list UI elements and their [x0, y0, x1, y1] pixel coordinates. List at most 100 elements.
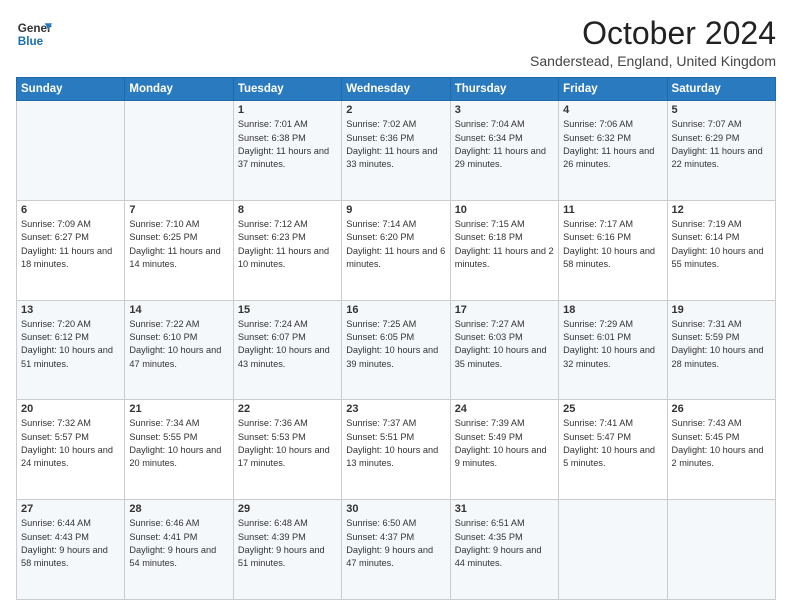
calendar-cell: 10 Sunrise: 7:15 AMSunset: 6:18 PMDayligh…: [450, 200, 558, 300]
day-info: Sunrise: 7:12 AMSunset: 6:23 PMDaylight:…: [238, 218, 337, 271]
calendar-week-5: 27 Sunrise: 6:44 AMSunset: 4:43 PMDayligh…: [17, 500, 776, 600]
day-number: 5: [672, 104, 771, 116]
day-info: Sunrise: 7:15 AMSunset: 6:18 PMDaylight:…: [455, 218, 554, 271]
logo: General Blue: [16, 16, 52, 52]
day-info: Sunrise: 7:34 AMSunset: 5:55 PMDaylight:…: [129, 417, 228, 470]
calendar-cell: 19 Sunrise: 7:31 AMSunset: 5:59 PMDayligh…: [667, 300, 775, 400]
day-number: 13: [21, 304, 120, 316]
col-sunday: Sunday: [17, 78, 125, 101]
logo-icon: General Blue: [16, 16, 52, 52]
page: General Blue October 2024 Sanderstead, E…: [0, 0, 792, 612]
day-info: Sunrise: 6:51 AMSunset: 4:35 PMDaylight:…: [455, 517, 554, 570]
day-info: Sunrise: 7:14 AMSunset: 6:20 PMDaylight:…: [346, 218, 445, 271]
day-number: 29: [238, 503, 337, 515]
day-info: Sunrise: 6:46 AMSunset: 4:41 PMDaylight:…: [129, 517, 228, 570]
calendar-cell: 5 Sunrise: 7:07 AMSunset: 6:29 PMDaylight…: [667, 101, 775, 201]
col-monday: Monday: [125, 78, 233, 101]
day-info: Sunrise: 6:50 AMSunset: 4:37 PMDaylight:…: [346, 517, 445, 570]
calendar-table: Sunday Monday Tuesday Wednesday Thursday…: [16, 77, 776, 600]
day-number: 30: [346, 503, 445, 515]
calendar-cell: 1 Sunrise: 7:01 AMSunset: 6:38 PMDaylight…: [233, 101, 341, 201]
day-number: 4: [563, 104, 662, 116]
day-info: Sunrise: 7:24 AMSunset: 6:07 PMDaylight:…: [238, 318, 337, 371]
location: Sanderstead, England, United Kingdom: [530, 53, 776, 69]
day-number: 1: [238, 104, 337, 116]
day-info: Sunrise: 7:01 AMSunset: 6:38 PMDaylight:…: [238, 118, 337, 171]
day-info: Sunrise: 7:27 AMSunset: 6:03 PMDaylight:…: [455, 318, 554, 371]
col-friday: Friday: [559, 78, 667, 101]
day-number: 2: [346, 104, 445, 116]
calendar-cell: 22 Sunrise: 7:36 AMSunset: 5:53 PMDayligh…: [233, 400, 341, 500]
day-info: Sunrise: 7:04 AMSunset: 6:34 PMDaylight:…: [455, 118, 554, 171]
day-info: Sunrise: 7:36 AMSunset: 5:53 PMDaylight:…: [238, 417, 337, 470]
day-info: Sunrise: 6:44 AMSunset: 4:43 PMDaylight:…: [21, 517, 120, 570]
calendar-week-1: 1 Sunrise: 7:01 AMSunset: 6:38 PMDaylight…: [17, 101, 776, 201]
calendar-cell: 24Sunrise: 7:39 AMSunset: 5:49 PMDayligh…: [450, 400, 558, 500]
day-number: 12: [672, 204, 771, 216]
day-info: Sunrise: 7:09 AMSunset: 6:27 PMDaylight:…: [21, 218, 120, 271]
calendar-cell: 12Sunrise: 7:19 AMSunset: 6:14 PMDayligh…: [667, 200, 775, 300]
day-number: 19: [672, 304, 771, 316]
calendar-cell: [17, 101, 125, 201]
calendar-cell: [559, 500, 667, 600]
calendar-cell: 7 Sunrise: 7:10 AMSunset: 6:25 PMDaylight…: [125, 200, 233, 300]
calendar-cell: 2 Sunrise: 7:02 AMSunset: 6:36 PMDaylight…: [342, 101, 450, 201]
calendar-cell: 27 Sunrise: 6:44 AMSunset: 4:43 PMDayligh…: [17, 500, 125, 600]
day-number: 14: [129, 304, 228, 316]
day-number: 28: [129, 503, 228, 515]
calendar-cell: [125, 101, 233, 201]
day-info: Sunrise: 6:48 AMSunset: 4:39 PMDaylight:…: [238, 517, 337, 570]
day-info: Sunrise: 7:02 AMSunset: 6:36 PMDaylight:…: [346, 118, 445, 171]
day-info: Sunrise: 7:41 AMSunset: 5:47 PMDaylight:…: [563, 417, 662, 470]
calendar-cell: 20Sunrise: 7:32 AMSunset: 5:57 PMDayligh…: [17, 400, 125, 500]
calendar-cell: 25Sunrise: 7:41 AMSunset: 5:47 PMDayligh…: [559, 400, 667, 500]
day-number: 31: [455, 503, 554, 515]
day-number: 27: [21, 503, 120, 515]
day-info: Sunrise: 7:43 AMSunset: 5:45 PMDaylight:…: [672, 417, 771, 470]
day-number: 20: [21, 403, 120, 415]
calendar-cell: 18Sunrise: 7:29 AMSunset: 6:01 PMDayligh…: [559, 300, 667, 400]
day-number: 17: [455, 304, 554, 316]
day-number: 9: [346, 204, 445, 216]
day-info: Sunrise: 7:25 AMSunset: 6:05 PMDaylight:…: [346, 318, 445, 371]
day-number: 23: [346, 403, 445, 415]
calendar-cell: 23 Sunrise: 7:37 AMSunset: 5:51 PMDayligh…: [342, 400, 450, 500]
calendar-cell: 15Sunrise: 7:24 AMSunset: 6:07 PMDayligh…: [233, 300, 341, 400]
header: General Blue October 2024 Sanderstead, E…: [16, 16, 776, 69]
day-number: 21: [129, 403, 228, 415]
col-tuesday: Tuesday: [233, 78, 341, 101]
day-number: 10: [455, 204, 554, 216]
col-wednesday: Wednesday: [342, 78, 450, 101]
calendar-cell: 21 Sunrise: 7:34 AMSunset: 5:55 PMDayligh…: [125, 400, 233, 500]
calendar-week-4: 20Sunrise: 7:32 AMSunset: 5:57 PMDayligh…: [17, 400, 776, 500]
calendar-cell: 9 Sunrise: 7:14 AMSunset: 6:20 PMDaylight…: [342, 200, 450, 300]
day-info: Sunrise: 7:07 AMSunset: 6:29 PMDaylight:…: [672, 118, 771, 171]
day-number: 22: [238, 403, 337, 415]
svg-text:Blue: Blue: [18, 35, 44, 48]
calendar-cell: 4 Sunrise: 7:06 AMSunset: 6:32 PMDaylight…: [559, 101, 667, 201]
day-number: 26: [672, 403, 771, 415]
calendar-cell: 11Sunrise: 7:17 AMSunset: 6:16 PMDayligh…: [559, 200, 667, 300]
calendar-week-3: 13 Sunrise: 7:20 AMSunset: 6:12 PMDayligh…: [17, 300, 776, 400]
calendar-cell: 26 Sunrise: 7:43 AMSunset: 5:45 PMDayligh…: [667, 400, 775, 500]
day-info: Sunrise: 7:10 AMSunset: 6:25 PMDaylight:…: [129, 218, 228, 271]
day-info: Sunrise: 7:31 AMSunset: 5:59 PMDaylight:…: [672, 318, 771, 371]
calendar-cell: 6Sunrise: 7:09 AMSunset: 6:27 PMDaylight…: [17, 200, 125, 300]
calendar-cell: 14 Sunrise: 7:22 AMSunset: 6:10 PMDayligh…: [125, 300, 233, 400]
col-thursday: Thursday: [450, 78, 558, 101]
day-info: Sunrise: 7:37 AMSunset: 5:51 PMDaylight:…: [346, 417, 445, 470]
day-info: Sunrise: 7:22 AMSunset: 6:10 PMDaylight:…: [129, 318, 228, 371]
day-number: 24: [455, 403, 554, 415]
month-title: October 2024: [530, 16, 776, 51]
day-info: Sunrise: 7:17 AMSunset: 6:16 PMDaylight:…: [563, 218, 662, 271]
calendar-cell: 29 Sunrise: 6:48 AMSunset: 4:39 PMDayligh…: [233, 500, 341, 600]
title-block: October 2024 Sanderstead, England, Unite…: [530, 16, 776, 69]
calendar-cell: 28 Sunrise: 6:46 AMSunset: 4:41 PMDayligh…: [125, 500, 233, 600]
calendar-cell: 13 Sunrise: 7:20 AMSunset: 6:12 PMDayligh…: [17, 300, 125, 400]
day-info: Sunrise: 7:06 AMSunset: 6:32 PMDaylight:…: [563, 118, 662, 171]
day-info: Sunrise: 7:29 AMSunset: 6:01 PMDaylight:…: [563, 318, 662, 371]
day-info: Sunrise: 7:20 AMSunset: 6:12 PMDaylight:…: [21, 318, 120, 371]
calendar-header-row: Sunday Monday Tuesday Wednesday Thursday…: [17, 78, 776, 101]
col-saturday: Saturday: [667, 78, 775, 101]
day-number: 7: [129, 204, 228, 216]
